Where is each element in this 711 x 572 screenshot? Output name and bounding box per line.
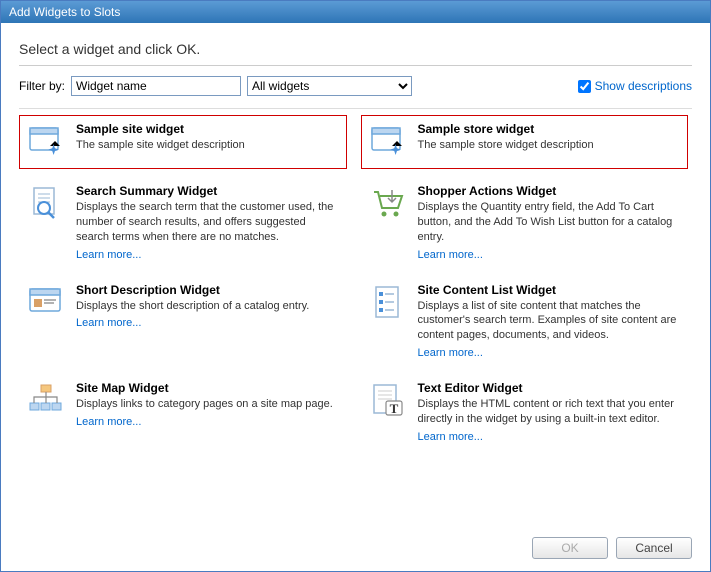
widget-text: Site Content List Widget Displays a list …: [418, 283, 682, 360]
widget-text: Text Editor Widget Displays the HTML cont…: [418, 381, 682, 443]
dialog-window: Add Widgets to Slots Select a widget and…: [0, 0, 711, 572]
widget-title: Sample store widget: [418, 122, 682, 136]
widget-title: Sample site widget: [76, 122, 340, 136]
widget-item[interactable]: Sample site widget The sample site widget…: [19, 115, 347, 169]
widget-item[interactable]: Sample store widget The sample store widg…: [361, 115, 689, 169]
widget-description: Displays a list of site content that mat…: [418, 299, 682, 344]
widget-text: Search Summary Widget Displays the search…: [76, 184, 340, 261]
show-descriptions-label: Show descriptions: [595, 79, 692, 93]
widget-title: Shopper Actions Widget: [418, 184, 682, 198]
filter-input[interactable]: [71, 76, 241, 96]
widget-description: Displays links to category pages on a si…: [76, 397, 340, 412]
cancel-button[interactable]: Cancel: [616, 537, 692, 559]
show-descriptions-toggle[interactable]: Show descriptions: [578, 79, 692, 93]
filter-label: Filter by:: [19, 79, 65, 93]
site-map-icon: [26, 381, 66, 421]
widget-text: Site Map Widget Displays links to categor…: [76, 381, 340, 443]
search-doc-icon: [26, 184, 66, 224]
widget-text: Shopper Actions Widget Displays the Quant…: [418, 184, 682, 261]
widget-item[interactable]: Shopper Actions Widget Displays the Quant…: [361, 177, 689, 268]
divider: [19, 65, 692, 66]
widget-title: Text Editor Widget: [418, 381, 682, 395]
widget-description: Displays the Quantity entry field, the A…: [418, 200, 682, 245]
window-new-icon: [368, 122, 408, 162]
widget-text: Sample site widget The sample site widget…: [76, 122, 340, 162]
filter-row: Filter by: All widgets Show descriptions: [19, 76, 692, 96]
widget-description: The sample site widget description: [76, 138, 340, 153]
show-descriptions-checkbox[interactable]: [578, 80, 591, 93]
filter-select[interactable]: All widgets: [247, 76, 412, 96]
widget-title: Site Content List Widget: [418, 283, 682, 297]
widget-item[interactable]: Search Summary Widget Displays the search…: [19, 177, 347, 268]
titlebar: Add Widgets to Slots: [1, 1, 710, 23]
content-list-icon: [368, 283, 408, 323]
widget-grid: Sample site widget The sample site widget…: [19, 109, 688, 450]
widget-description: Displays the search term that the custom…: [76, 200, 340, 245]
instruction-text: Select a widget and click OK.: [19, 41, 692, 57]
widget-item[interactable]: T Text Editor Widget Displays the HTML con…: [361, 374, 689, 450]
ok-button[interactable]: OK: [532, 537, 608, 559]
widget-item[interactable]: Site Content List Widget Displays a list …: [361, 276, 689, 367]
widget-description: Displays the short description of a cata…: [76, 299, 340, 314]
dialog-content: Select a widget and click OK. Filter by:…: [1, 23, 710, 571]
learn-more-link[interactable]: Learn more...: [418, 347, 682, 359]
svg-text:T: T: [389, 401, 398, 416]
widget-text: Short Description Widget Displays the sho…: [76, 283, 340, 360]
button-row: OK Cancel: [19, 525, 692, 559]
text-editor-icon: T: [368, 381, 408, 421]
learn-more-link[interactable]: Learn more...: [418, 431, 682, 443]
window-new-icon: [26, 122, 66, 162]
widget-item[interactable]: Short Description Widget Displays the sho…: [19, 276, 347, 367]
learn-more-link[interactable]: Learn more...: [76, 317, 340, 329]
widget-title: Search Summary Widget: [76, 184, 340, 198]
learn-more-link[interactable]: Learn more...: [418, 249, 682, 261]
widget-list-scroll[interactable]: Sample site widget The sample site widget…: [19, 108, 692, 525]
widget-item[interactable]: Site Map Widget Displays links to categor…: [19, 374, 347, 450]
titlebar-text: Add Widgets to Slots: [9, 5, 120, 19]
widget-title: Short Description Widget: [76, 283, 340, 297]
widget-description: Displays the HTML content or rich text t…: [418, 397, 682, 427]
widget-description: The sample store widget description: [418, 138, 682, 153]
learn-more-link[interactable]: Learn more...: [76, 249, 340, 261]
widget-text: Sample store widget The sample store widg…: [418, 122, 682, 162]
learn-more-link[interactable]: Learn more...: [76, 416, 340, 428]
widget-title: Site Map Widget: [76, 381, 340, 395]
shopping-cart-icon: [368, 184, 408, 224]
short-desc-icon: [26, 283, 66, 323]
